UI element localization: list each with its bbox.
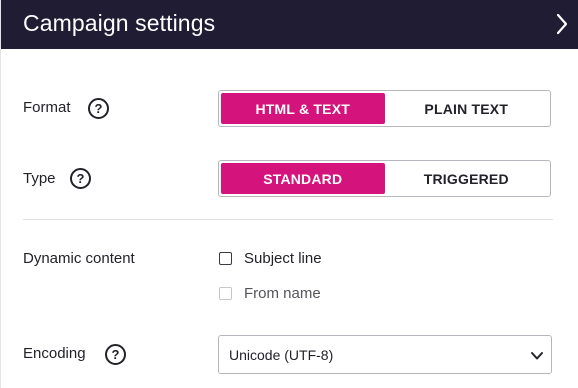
encoding-select[interactable]: Unicode (UTF-8) — [218, 335, 552, 374]
chevron-right-icon[interactable] — [553, 12, 571, 36]
format-segmented-control: HTML & TEXT PLAIN TEXT — [218, 90, 551, 127]
encoding-label: Encoding — [23, 345, 86, 362]
encoding-help-icon[interactable]: ? — [105, 344, 126, 365]
dynamic-content-label: Dynamic content — [23, 250, 135, 267]
subject-line-checkbox[interactable] — [219, 252, 232, 265]
subject-line-label: Subject line — [244, 250, 322, 267]
from-name-label: From name — [244, 285, 321, 302]
encoding-select-value: Unicode (UTF-8) — [229, 346, 334, 363]
from-name-checkbox-row: From name — [219, 285, 321, 302]
panel-title: Campaign settings — [23, 10, 216, 36]
section-divider — [23, 219, 553, 220]
format-label: Format — [23, 99, 71, 116]
campaign-settings-panel: Campaign settings Format ? HTML & TEXT P… — [0, 0, 578, 388]
format-option-html-text[interactable]: HTML & TEXT — [221, 93, 385, 124]
chevron-down-icon — [530, 349, 544, 361]
type-segmented-control: STANDARD TRIGGERED — [218, 160, 551, 197]
type-option-triggered[interactable]: TRIGGERED — [385, 163, 549, 194]
subject-line-checkbox-row[interactable]: Subject line — [219, 250, 322, 267]
format-option-plain-text[interactable]: PLAIN TEXT — [385, 93, 549, 124]
type-label: Type — [23, 170, 56, 187]
panel-header: Campaign settings — [1, 0, 578, 49]
from-name-checkbox — [219, 287, 232, 300]
type-help-icon[interactable]: ? — [70, 168, 91, 189]
type-option-standard[interactable]: STANDARD — [221, 163, 385, 194]
format-help-icon[interactable]: ? — [88, 98, 109, 119]
